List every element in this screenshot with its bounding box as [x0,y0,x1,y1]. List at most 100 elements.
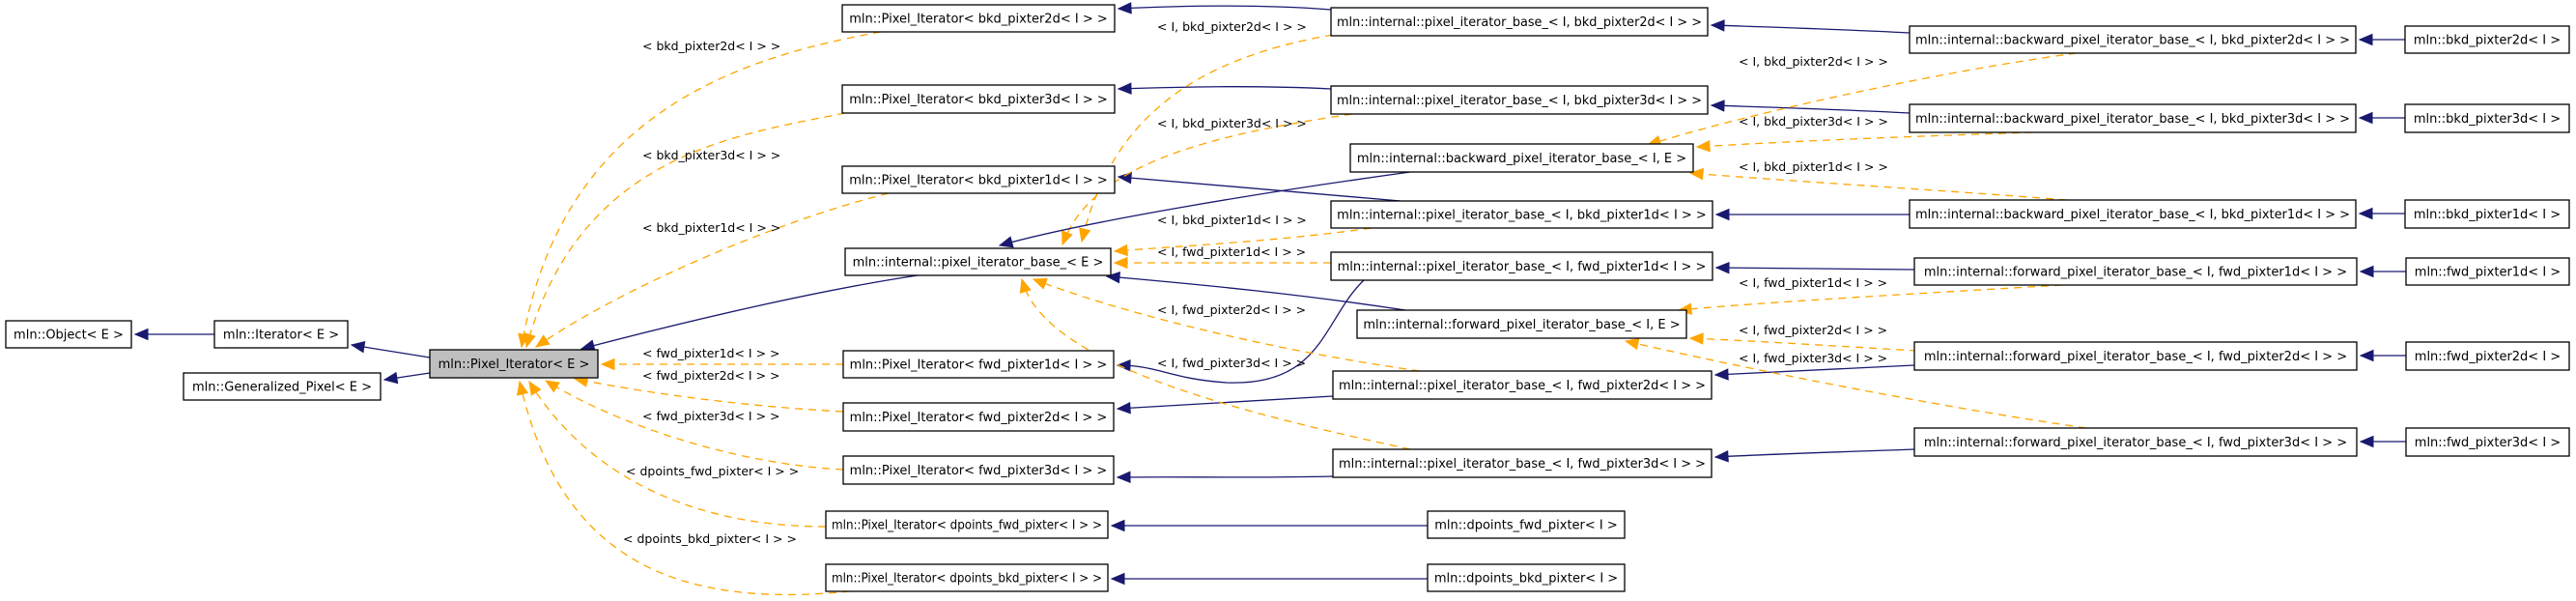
edge-label: < I, bkd_pixter2d< I > > [1739,54,1888,69]
arrowhead-icon [1019,277,1032,294]
node-label: mln::internal::pixel_iterator_base_< I, … [1339,379,1706,393]
class-node-pib-e[interactable]: mln::internal::pixel_iterator_base_< E > [844,247,1112,276]
node-label: mln::Pixel_Iterator< bkd_pixter3d< I > > [849,93,1107,107]
node-label: mln::internal::backward_pixel_iterator_b… [1915,208,2350,222]
edge-label: < I, fwd_pixter2d< I > > [1739,323,1887,337]
template-edge [544,380,844,471]
class-node-pi-bkd3d[interactable]: mln::Pixel_Iterator< bkd_pixter3d< I > > [841,84,1116,114]
inheritance-edge [1713,448,1915,463]
class-node-pib-bkd3d[interactable]: mln::internal::pixel_iterator_base_< I, … [1330,85,1709,115]
node-label: mln::fwd_pixter2d< I > [2415,350,2561,364]
arrowhead-icon [1713,450,1729,463]
node-label: mln::dpoints_fwd_pixter< I > [1434,519,1618,533]
class-node-bpib-bkd2d[interactable]: mln::internal::backward_pixel_iterator_b… [1909,25,2357,54]
edges-layer [133,2,2406,596]
edge-label: < I, fwd_pixter1d< I > > [1157,244,1306,259]
arrowhead-icon [1113,243,1128,257]
class-node-fpib-fwd3d[interactable]: mln::internal::forward_pixel_iterator_ba… [1913,427,2358,457]
edge-label: < I, fwd_pixter3d< I > > [1739,351,1887,365]
arrowhead-icon [2359,349,2374,362]
class-node-iterator[interactable]: mln::Iterator< E > [213,320,349,349]
class-node-pixel-iterator[interactable]: mln::Pixel_Iterator< E > [429,349,599,379]
arrowhead-icon [133,328,149,341]
edge-label: < I, bkd_pixter3d< I > > [1739,114,1888,129]
class-node-fpib-fwd2d[interactable]: mln::internal::forward_pixel_iterator_ba… [1913,341,2358,371]
arrowhead-icon [528,380,542,396]
class-node-fpib-ie[interactable]: mln::internal::forward_pixel_iterator_ba… [1356,309,1687,339]
arrowhead-icon [1713,368,1729,381]
node-label: mln::internal::forward_pixel_iterator_ba… [1363,318,1680,332]
edge-label: < dpoints_fwd_pixter< I > > [626,464,799,478]
class-node-dfwd[interactable]: mln::dpoints_fwd_pixter< I > [1427,510,1626,539]
node-label: mln::internal::pixel_iterator_base_< I, … [1337,94,1702,108]
class-node-object[interactable]: mln::Object< E > [5,320,132,349]
node-label: mln::Generalized_Pixel< E > [192,381,372,395]
class-node-pib-bkd2d[interactable]: mln::internal::pixel_iterator_base_< I, … [1330,7,1709,37]
class-node-pi-fwd2d[interactable]: mln::Pixel_Iterator< fwd_pixter2d< I > > [842,402,1115,432]
class-node-pi-bkd2d[interactable]: mln::Pixel_Iterator< bkd_pixter2d< I > > [841,4,1116,33]
edge-line [521,31,882,348]
class-node-bpib-bkd3d[interactable]: mln::internal::backward_pixel_iterator_b… [1909,103,2357,133]
class-node-bkd1d[interactable]: mln::bkd_pixter1d< I > [2404,199,2570,229]
node-label: mln::Pixel_Iterator< fwd_pixter2d< I > > [850,411,1108,425]
node-label: mln::bkd_pixter1d< I > [2414,208,2561,222]
edge-label: < bkd_pixter1d< I > > [642,220,780,235]
edge-line [1711,24,1911,34]
arrowhead-icon [1710,19,1725,32]
class-node-bkd2d[interactable]: mln::bkd_pixter2d< I > [2404,25,2570,54]
inheritance-edge [2358,111,2405,125]
class-node-bkd3d[interactable]: mln::bkd_pixter3d< I > [2404,103,2570,133]
edge-label: < I, fwd_pixter3d< I > > [1157,356,1306,370]
edge-line [1081,34,1334,243]
edge-line [1118,86,1332,90]
node-label: mln::Iterator< E > [223,329,339,343]
class-node-fwd3d[interactable]: mln::fwd_pixter3d< I > [2405,427,2570,457]
arrowhead-icon [1624,337,1640,351]
class-node-pib-bkd1d[interactable]: mln::internal::pixel_iterator_base_< I, … [1330,200,1713,229]
inheritance-edge [350,340,431,358]
arrowhead-icon [516,380,529,396]
template-edge [518,31,882,349]
node-label: mln::Object< E > [14,329,124,343]
class-node-fwd1d[interactable]: mln::fwd_pixter1d< I > [2405,257,2570,286]
edge-line [545,380,844,471]
edge-line [1714,448,1915,458]
class-node-pi-fwd3d[interactable]: mln::Pixel_Iterator< fwd_pixter3d< I > > [842,455,1115,485]
class-node-pi-dfwd[interactable]: mln::Pixel_Iterator< dpoints_fwd_pixter<… [825,510,1109,539]
arrowhead-icon [1110,572,1125,586]
inheritance-edge [2358,33,2405,46]
node-label: mln::fwd_pixter1d< I > [2415,266,2561,280]
class-node-generalized-pixel[interactable]: mln::Generalized_Pixel< E > [183,372,382,401]
node-label: mln::internal::forward_pixel_iterator_ba… [1924,350,2347,364]
edge-label: < I, fwd_pixter2d< I > > [1157,302,1306,317]
node-label: mln::Pixel_Iterator< fwd_pixter1d< I > > [850,358,1108,373]
class-node-dbkd[interactable]: mln::dpoints_bkd_pixter< I > [1427,563,1626,592]
edge-line [1117,475,1334,478]
class-node-pi-fwd1d[interactable]: mln::Pixel_Iterator< fwd_pixter1d< I > > [842,350,1115,379]
node-label: mln::internal::backward_pixel_iterator_b… [1915,112,2350,127]
node-label: mln::internal::pixel_iterator_base_< E > [853,256,1104,271]
class-node-bpib-ie[interactable]: mln::internal::backward_pixel_iterator_b… [1349,143,1694,173]
arrowhead-icon [2358,207,2373,220]
arrowhead-icon [1116,471,1131,484]
arrowhead-icon [1117,2,1132,14]
inheritance-edge [2359,265,2406,278]
class-node-fpib-fwd1d[interactable]: mln::internal::forward_pixel_iterator_ba… [1913,257,2358,286]
edge-label: < fwd_pixter2d< I > > [642,368,780,383]
class-node-pib-fwd1d[interactable]: mln::internal::pixel_iterator_base_< I, … [1330,251,1713,281]
class-node-pib-fwd3d[interactable]: mln::internal::pixel_iterator_base_< I, … [1332,448,1713,478]
edge-line [1118,5,1332,11]
edge-line [1689,172,2068,201]
class-node-pib-fwd2d[interactable]: mln::internal::pixel_iterator_base_< I, … [1332,370,1713,400]
class-node-pi-dbkd[interactable]: mln::Pixel_Iterator< dpoints_bkd_pixter<… [825,563,1109,592]
node-label: mln::Pixel_Iterator< bkd_pixter2d< I > > [849,13,1107,27]
class-node-pi-bkd1d[interactable]: mln::Pixel_Iterator< bkd_pixter1d< I > > [841,165,1116,194]
node-label: mln::internal::pixel_iterator_base_< I, … [1338,260,1707,274]
class-node-fwd2d[interactable]: mln::fwd_pixter2d< I > [2405,341,2570,371]
class-node-bpib-bkd1d[interactable]: mln::internal::backward_pixel_iterator_b… [1909,199,2357,229]
edge-line [580,274,919,350]
node-label: mln::internal::pixel_iterator_base_< I, … [1337,209,1707,223]
inheritance-edge [1714,208,1910,221]
node-label: mln::internal::pixel_iterator_base_< I, … [1339,457,1706,472]
node-label: mln::fwd_pixter3d< I > [2415,436,2561,450]
